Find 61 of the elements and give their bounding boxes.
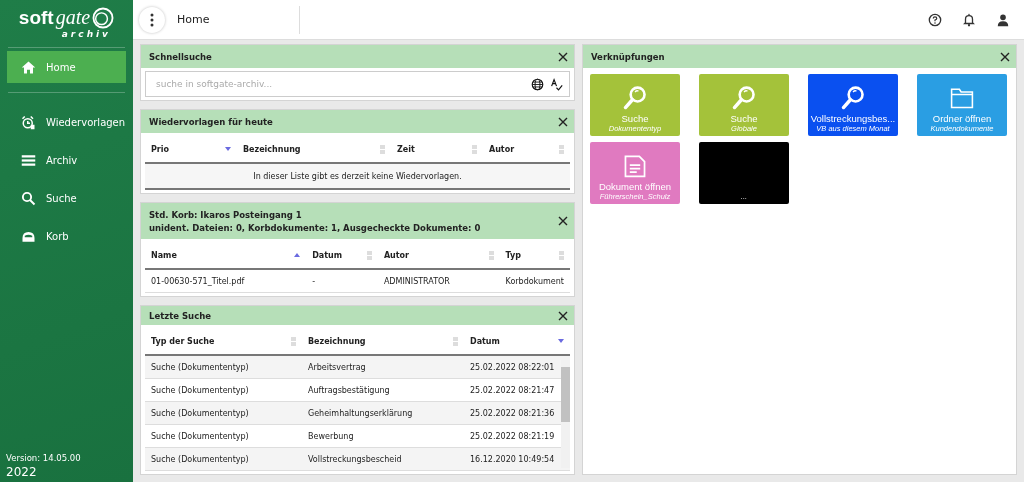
table-cell: - [306, 269, 378, 293]
home-icon [21, 59, 36, 75]
panel-title: Verknüpfungen [591, 51, 665, 62]
empty-message: In dieser Liste gibt es derzeit keine Wiedervorlagen. [145, 163, 570, 189]
panel-title: Letzte Suche [149, 310, 211, 321]
table-cell: Suche (Dokumententyp) [145, 424, 302, 448]
close-icon[interactable] [558, 51, 568, 62]
version-text: Version: 14.05.00 [5, 453, 82, 463]
column-header[interactable]: Name [145, 242, 307, 269]
logo-script-text: gate [55, 6, 91, 29]
table-cell: 01-00630-571_Titel.pdf [145, 269, 307, 293]
table-cell: Suche (Dokumententyp) [145, 401, 302, 425]
globe-icon[interactable] [531, 77, 544, 91]
search-icon [731, 85, 757, 111]
year-text: 2022 [5, 464, 38, 481]
spellcheck-icon[interactable] [550, 77, 563, 91]
table-cell: Korbdokument [499, 269, 570, 293]
table-cell: Suche (Dokumententyp) [145, 355, 302, 379]
tile-title: Ordner öffnen [932, 113, 992, 124]
search-icon [622, 85, 648, 111]
page-title: Home [177, 13, 211, 26]
close-icon[interactable] [558, 116, 568, 127]
nav-item[interactable]: Archiv [7, 144, 126, 176]
user-icon[interactable] [996, 12, 1010, 27]
nav-item[interactable]: Suche [7, 182, 126, 214]
table-cell: Geheimhaltungserklärung [302, 401, 464, 425]
close-icon[interactable] [558, 216, 568, 226]
search-icon [21, 190, 36, 206]
nav-item[interactable]: Korb [7, 220, 126, 252]
nav-item[interactable]: Wiedervorlagen [7, 106, 126, 138]
table-cell: ADMINISTRATOR [377, 269, 500, 293]
panel-subtitle: unident. Dateien: 0, Korbdokumente: 1, Ausgecheckte Dokumente: 0 [149, 222, 481, 233]
alarm-clock-icon [21, 114, 36, 130]
more-icon [150, 12, 154, 27]
panel-title: Wiedervorlagen für heute [149, 116, 273, 127]
swirl-icon [92, 6, 115, 29]
table-cell: Vollstreckungsbescheid [302, 447, 464, 471]
close-icon[interactable] [558, 310, 568, 321]
tile-title: Suche [621, 113, 649, 124]
close-icon[interactable] [1000, 51, 1010, 62]
panel-title: Schnellsuche [149, 51, 212, 62]
table-cell: Suche (Dokumententyp) [145, 378, 302, 402]
table-cell: Suche (Dokumententyp) [145, 447, 302, 471]
column-header[interactable]: Typ [499, 242, 570, 269]
table-cell: Auftragsbestätigung [302, 378, 464, 402]
search-field[interactable]: suche in softgate-archiv... [145, 71, 570, 97]
tile-title: Dokument öffnen [598, 181, 672, 192]
list-icon [21, 152, 36, 168]
help-icon[interactable] [928, 12, 942, 27]
tile-title: Vollstreckungsbes... [810, 113, 896, 124]
table-cell: Bewerbung [302, 424, 464, 448]
notification-icon[interactable] [962, 12, 976, 27]
column-header[interactable]: Datum [306, 242, 378, 269]
table-cell: Arbeitsvertrag [302, 355, 464, 379]
search-icon [840, 85, 866, 111]
logo-subtitle: archiv [61, 29, 111, 39]
panel-title: Std. Korb: Ikaros Posteingang 1 [149, 209, 303, 220]
logo-text: soft [18, 6, 54, 29]
column-header[interactable]: Autor [377, 242, 500, 269]
tile-title: Suche [730, 113, 758, 124]
document-icon [622, 153, 648, 179]
